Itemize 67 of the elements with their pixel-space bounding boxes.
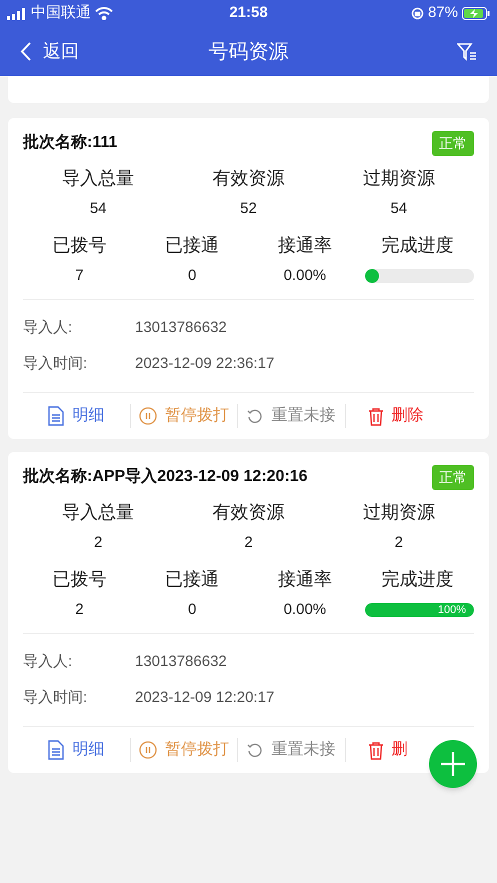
- page-title: 号码资源: [208, 40, 288, 64]
- stat-value: 0.00%: [284, 600, 326, 620]
- stat-value: 2: [244, 533, 253, 553]
- stat-label: 接通率: [278, 234, 332, 257]
- stat-value: 54: [90, 199, 106, 219]
- info-label: 导入时间:: [23, 688, 88, 708]
- trash-icon: [368, 740, 384, 760]
- detail-button[interactable]: 明细: [48, 738, 104, 762]
- info-label: 导入时间:: [23, 354, 88, 374]
- refresh-icon: [247, 408, 264, 424]
- stat-value: 2: [75, 600, 84, 620]
- stat-label: 接通率: [278, 568, 332, 591]
- stat-label: 导入总量: [62, 501, 134, 524]
- back-button[interactable]: 返回: [20, 38, 79, 65]
- stat-label: 已接通: [165, 234, 220, 257]
- carrier-name: 中国联通: [31, 3, 91, 24]
- document-icon: [48, 740, 64, 760]
- stat-value: 52: [240, 199, 257, 219]
- clock-time: 21:58: [229, 3, 268, 24]
- filter-icon[interactable]: [457, 42, 477, 60]
- reset-button[interactable]: 重置未接: [247, 404, 336, 428]
- progress-text: 100%: [438, 604, 466, 616]
- rotation-lock-icon: [410, 7, 424, 20]
- info-value: 2023-12-09 22:36:17: [135, 354, 274, 374]
- info-label: 导入人:: [23, 318, 74, 338]
- stat-label: 已接通: [165, 568, 220, 591]
- signal-icon: [7, 8, 27, 20]
- battery-percent: 87%: [428, 3, 458, 24]
- stat-value: 0.00%: [284, 266, 326, 286]
- delete-button[interactable]: 删除: [368, 404, 424, 428]
- info-value: 13013786632: [135, 652, 227, 672]
- stat-label: 有效资源: [212, 167, 284, 190]
- pause-button[interactable]: 暂停拨打: [138, 738, 229, 762]
- refresh-icon: [247, 742, 264, 758]
- trash-icon: [368, 406, 384, 426]
- stat-value: 2: [394, 533, 403, 553]
- chevron-left-icon: [20, 42, 31, 61]
- stat-value: 0: [188, 266, 196, 286]
- stat-label: 有效资源: [212, 501, 284, 524]
- stat-label: 过期资源: [362, 167, 435, 190]
- stat-value: 54: [390, 199, 408, 219]
- detail-button[interactable]: 明细: [48, 404, 104, 428]
- battery-charging-icon: [462, 7, 490, 20]
- wifi-icon: [95, 7, 113, 20]
- status-tag: 正常: [432, 464, 474, 490]
- info-label: 导入人:: [23, 652, 74, 672]
- stat-label: 导入总量: [62, 167, 134, 190]
- stat-value: 0: [188, 600, 196, 620]
- stat-label: 已拨号: [52, 568, 106, 591]
- info-value: 13013786632: [135, 318, 227, 338]
- plus-icon: [441, 752, 465, 776]
- document-icon: [48, 406, 64, 426]
- delete-button[interactable]: 删: [368, 738, 408, 762]
- stat-value: 2: [94, 533, 102, 553]
- stat-label: 完成进度: [382, 234, 454, 257]
- pause-button[interactable]: 暂停拨打: [138, 404, 229, 428]
- batch-name: 批次名称:111: [23, 132, 118, 153]
- stat-label: 过期资源: [362, 501, 435, 524]
- stat-value: 7: [75, 266, 84, 286]
- stat-label: 完成进度: [382, 568, 454, 591]
- reset-button[interactable]: 重置未接: [247, 738, 336, 762]
- stat-label: 已拨号: [52, 234, 106, 257]
- batch-name: 批次名称:APP导入2023-12-09 12:20:16: [23, 466, 308, 487]
- status-tag: 正常: [432, 130, 474, 156]
- info-value: 2023-12-09 12:20:17: [135, 688, 274, 708]
- pause-icon: [138, 741, 157, 759]
- pause-icon: [138, 407, 157, 425]
